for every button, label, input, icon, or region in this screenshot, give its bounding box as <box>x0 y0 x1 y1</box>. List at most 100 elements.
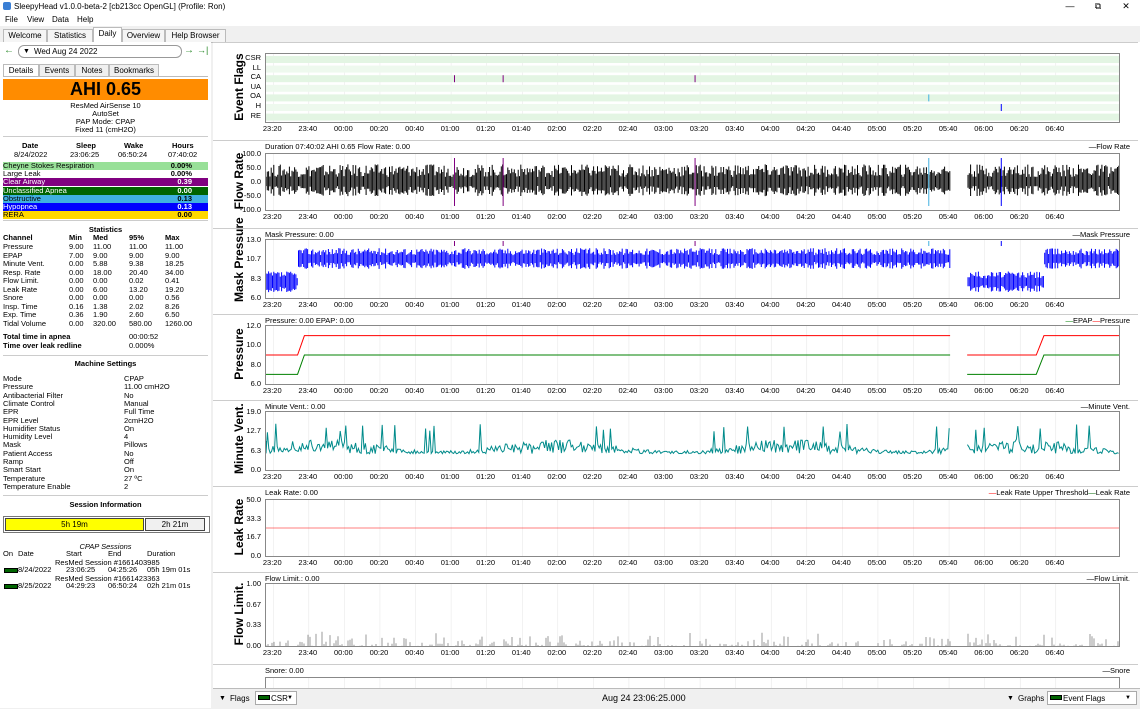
maximize-button[interactable]: ⧉ <box>1084 0 1112 13</box>
graph-panel-leak-rate[interactable]: Leak Rate Leak Rate: 0.00 —Leak Rate Upper… <box>213 486 1138 573</box>
flow-rate-series <box>266 164 1119 197</box>
x-tick-label: 05:20 <box>903 558 922 567</box>
graph-panel-minute-vent[interactable]: Minute Vent. Minute Vent.: 0.00 —Minute Ve… <box>213 400 1138 487</box>
plot-area[interactable] <box>265 583 1120 647</box>
session-on-toggle[interactable] <box>4 568 18 573</box>
event-row: RERA 0.00 <box>3 211 208 220</box>
plot-area[interactable] <box>265 53 1120 123</box>
x-tick-label: 00:00 <box>334 212 353 221</box>
jump-to-latest-icon[interactable]: →| <box>197 45 208 55</box>
tab-overview[interactable]: Overview <box>122 29 165 42</box>
setting-row: EPR Full Time <box>3 408 208 416</box>
y-tick-label: 0.33 <box>246 620 261 630</box>
y-tick-label: 1.00 <box>246 579 261 588</box>
x-tick-label: 06:00 <box>974 300 994 309</box>
legend-pressure: Pressure <box>1099 316 1130 325</box>
graph-panel-event-flags[interactable]: Event Flags CSR LL CA UA OA H RE 23:20 23:40 00:00… <box>213 42 1138 141</box>
graphs-label[interactable]: Graphs <box>1018 694 1044 703</box>
tab-welcome[interactable]: Welcome <box>3 29 47 42</box>
next-day-icon[interactable]: → <box>184 45 194 56</box>
graph-panel-pressure[interactable]: Pressure Pressure: 0.00 EPAP: 0.00 —EPAP—P… <box>213 314 1138 401</box>
stat-cell: 0.00 <box>69 259 84 268</box>
stat-col-med: Med <box>93 233 108 242</box>
date-navigation: ← ▼ Wed Aug 24 2022 → →| <box>2 44 209 58</box>
x-tick-label: 01:40 <box>511 386 531 395</box>
session-row[interactable]: 8/25/2022 04:29:23 06:50:24 02h 21m 01s <box>3 582 208 590</box>
plot-area[interactable] <box>265 153 1120 211</box>
minimize-button[interactable]: — <box>1056 0 1084 13</box>
x-tick-label: 03:20 <box>689 558 709 567</box>
flag-label: CA <box>250 72 261 82</box>
tab-statistics[interactable]: Statistics <box>47 29 93 42</box>
x-tick-label: 06:40 <box>1045 212 1065 221</box>
plot-area[interactable] <box>265 411 1120 471</box>
session-col-on: On <box>3 549 14 558</box>
x-tick-label: 00:40 <box>405 472 424 481</box>
x-tick-label: 00:40 <box>405 124 424 133</box>
flag-label: LL <box>252 62 261 72</box>
stat-cell: 5.88 <box>93 259 108 268</box>
plot-area[interactable] <box>265 325 1120 385</box>
graph-area: Event Flags CSR LL CA UA OA H RE 23:20 23:40 00:00… <box>213 42 1140 689</box>
menu-data[interactable]: Data <box>52 15 69 24</box>
daily-details-panel: ← ▼ Wed Aug 24 2022 → →| Details Events … <box>0 42 211 708</box>
menu-file[interactable]: File <box>5 15 18 24</box>
stat-cell: Tidal Volume <box>3 318 47 328</box>
x-tick-label: 01:20 <box>476 300 496 309</box>
x-tick-label: 05:40 <box>938 386 958 395</box>
flag-row-band <box>266 113 1119 121</box>
pressure-series <box>266 335 951 356</box>
graph-legend: —Minute Vent. <box>1080 402 1130 411</box>
x-tick-label: 06:40 <box>1045 386 1065 395</box>
flags-label[interactable]: Flags <box>230 694 250 703</box>
statistics-row: Pressure 9.00 11.00 11.00 11.00 <box>3 243 208 251</box>
stat-cell: Pressure <box>3 242 34 251</box>
menu-help[interactable]: Help <box>77 15 93 24</box>
x-tick-label: 23:20 <box>262 472 282 481</box>
x-tick-label: 02:40 <box>618 558 638 567</box>
session-date: 8/24/2022 <box>18 565 52 574</box>
close-button[interactable]: ✕ <box>1112 0 1140 13</box>
flags-dropdown-arrow-icon[interactable]: ▼ <box>219 695 226 702</box>
x-tick-label: 05:00 <box>867 386 887 395</box>
graph-legend: —Leak Rate Upper Threshold—Leak Rate <box>988 488 1130 497</box>
plot-area[interactable] <box>265 239 1120 299</box>
session-on-toggle[interactable] <box>4 584 18 589</box>
x-tick-label: 02:00 <box>547 124 567 133</box>
flag-label: UA <box>250 81 261 91</box>
stat-cell: 0.36 <box>69 310 84 319</box>
graph-panel-snore[interactable]: Snore: 0.00 —Snore <box>213 664 1138 689</box>
session-bar-1[interactable]: 5h 19m <box>5 518 144 531</box>
stat-cell: 0.00 <box>69 293 84 302</box>
sleep-header-date: Date <box>22 141 39 150</box>
graph-legend: —Snore <box>1102 666 1130 675</box>
flag-row-band <box>266 104 1119 111</box>
graph-panel-mask-pressure[interactable]: Mask Pressure Mask Pressure: 0.00 —Mask Pr… <box>213 217 1138 315</box>
graph-panel-flow-limit[interactable]: Flow Limit. Flow Limit.: 0.00 —Flow Limit.… <box>213 572 1138 665</box>
stat-cell: 1260.00 <box>165 318 193 328</box>
x-tick-label: 01:00 <box>440 300 460 309</box>
x-tick-label: 06:40 <box>1045 300 1065 309</box>
legend-label: Flow Limit. <box>1094 574 1130 583</box>
tab-help-browser[interactable]: Help Browser <box>165 29 226 42</box>
setting-name: Temperature Enable <box>3 481 71 491</box>
menu-view[interactable]: View <box>27 15 44 24</box>
plot-area[interactable] <box>265 499 1120 557</box>
graph-panel-flow-rate[interactable]: Flow Rate Duration 07:40:02 AHI 0.65 Flow… <box>213 140 1138 229</box>
stat-cell: Snore <box>3 293 24 302</box>
session-row[interactable]: 8/24/2022 23:06:25 04:25:26 05h 19m 01s <box>3 566 208 574</box>
date-picker[interactable]: ▼ Wed Aug 24 2022 <box>18 45 182 58</box>
x-tick-label: 23:40 <box>298 558 318 567</box>
session-bar-2[interactable]: 2h 21m <box>145 518 205 531</box>
tab-daily[interactable]: Daily <box>93 27 122 43</box>
x-tick-label: 06:20 <box>1009 386 1029 395</box>
x-tick-label: 02:00 <box>547 558 567 567</box>
x-tick-label: 02:00 <box>547 386 567 395</box>
stat-cell: 0.02 <box>129 276 144 285</box>
previous-day-icon[interactable]: ← <box>4 45 14 56</box>
session-timeline[interactable]: 5h 19m 2h 21m <box>3 516 210 533</box>
x-tick-label: 05:20 <box>903 648 922 657</box>
stat-cell: 18.25 <box>165 259 184 268</box>
graphs-dropdown-arrow-icon[interactable]: ▼ <box>1007 695 1014 702</box>
main-tab-bar: Welcome Statistics Daily Overview Help B… <box>0 26 1140 43</box>
